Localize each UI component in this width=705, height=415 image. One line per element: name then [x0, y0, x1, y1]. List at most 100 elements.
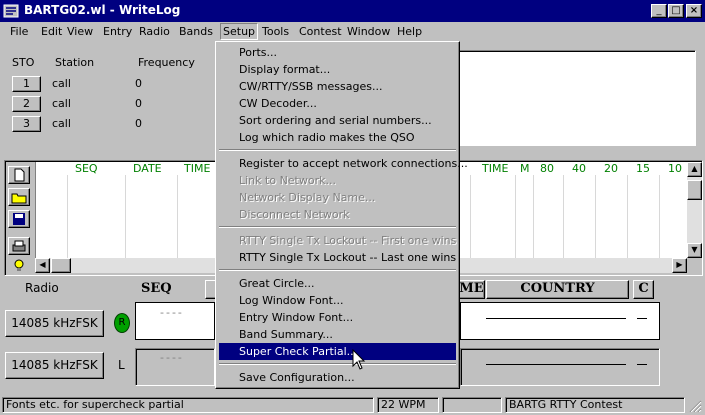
sto-station-2: call: [52, 97, 71, 110]
menu-item-messages[interactable]: CW/RTTY/SSB messages...: [239, 78, 382, 95]
window-title: BARTG02.wl - WriteLog: [24, 3, 181, 17]
sto-button-1[interactable]: 1: [12, 76, 41, 92]
menu-item-entry-window-font[interactable]: Entry Window Font...: [239, 309, 353, 326]
radio-2-frequency-button[interactable]: 14085 kHzFSK: [5, 352, 104, 379]
sto-button-3[interactable]: 3: [12, 116, 41, 132]
col-20: 20: [604, 162, 618, 175]
menu-bands[interactable]: Bands: [179, 25, 213, 38]
sto-station-3: call: [52, 117, 71, 130]
col-40: 40: [572, 162, 586, 175]
status-wpm: 22 WPM: [377, 397, 439, 413]
print-icon[interactable]: [8, 237, 30, 255]
sto-button-2[interactable]: 2: [12, 96, 41, 112]
scroll-right-arrow-icon[interactable]: ▶: [672, 258, 687, 273]
app-icon: [3, 4, 19, 18]
open-folder-icon[interactable]: [8, 188, 30, 206]
entry-1-placeholder-dashes: ----: [160, 306, 184, 319]
radio-label: Radio: [25, 281, 59, 295]
entry-time-header: ME: [458, 280, 485, 299]
scroll-up-arrow-icon[interactable]: ▲: [687, 162, 702, 177]
radio-2-label: L: [118, 358, 125, 372]
title-bar: BARTG02.wl - WriteLog _ □ ×: [0, 0, 705, 22]
menu-item-super-check-partial[interactable]: Super Check Partial...: [219, 343, 456, 360]
menu-item-ports[interactable]: Ports...: [239, 44, 277, 61]
scroll-thumb[interactable]: [687, 180, 702, 200]
col-10: 10: [668, 162, 682, 175]
menu-item-link-network: Link to Network...: [239, 174, 336, 187]
sto-freq-2: 0: [135, 97, 142, 110]
scroll-down-arrow-icon[interactable]: ▼: [687, 243, 702, 258]
menu-setup[interactable]: Setup: [220, 23, 259, 40]
col-mode: M: [520, 162, 530, 175]
new-icon[interactable]: [8, 166, 30, 184]
menu-entry[interactable]: Entry: [103, 25, 132, 38]
status-contest: BARTG RTTY Contest: [505, 397, 685, 413]
entry-c-header: C: [633, 280, 654, 299]
entry-window-2-right[interactable]: [460, 348, 660, 386]
entry-window-1-right[interactable]: [460, 302, 660, 340]
menu-edit[interactable]: Edit: [41, 25, 62, 38]
sto-freq-3: 0: [135, 117, 142, 130]
entry-seq-header: SEQ: [141, 281, 172, 296]
menu-window[interactable]: Window: [347, 25, 390, 38]
scroll-left-arrow-icon[interactable]: ◀: [35, 258, 50, 273]
sto-freq-1: 0: [135, 77, 142, 90]
grid-line: [125, 175, 126, 259]
grid-line: [515, 175, 516, 259]
menu-tools[interactable]: Tools: [262, 25, 289, 38]
menu-item-sort-ordering[interactable]: Sort ordering and serial numbers...: [239, 112, 432, 129]
sto-header: STO: [12, 56, 35, 69]
grid-line: [533, 175, 534, 259]
col-80: 80: [540, 162, 554, 175]
menu-help[interactable]: Help: [397, 25, 422, 38]
minimize-button[interactable]: _: [651, 4, 667, 18]
menu-item-display-format[interactable]: Display format...: [239, 61, 330, 78]
menu-view[interactable]: View: [67, 25, 93, 38]
resize-grip-icon[interactable]: [688, 399, 702, 413]
menu-item-disconnect-network: Disconnect Network: [239, 208, 350, 221]
close-button[interactable]: ×: [686, 4, 702, 18]
col-time-right: TIME: [482, 162, 509, 175]
entry-c-field-1[interactable]: [637, 318, 647, 319]
grid-line: [563, 175, 564, 259]
lightbulb-icon[interactable]: [10, 258, 28, 274]
col-seq: SEQ: [75, 162, 98, 175]
mouse-cursor-icon: [352, 349, 366, 370]
entry-country-field-1[interactable]: [486, 318, 626, 319]
menu-separator: [219, 269, 456, 271]
entry-c-field-2[interactable]: [637, 364, 647, 365]
menu-file[interactable]: File: [10, 25, 28, 38]
menu-separator: [219, 149, 456, 151]
col-date: DATE: [133, 162, 162, 175]
rtty-receive-pane[interactable]: [458, 50, 696, 146]
menu-item-register-network[interactable]: Register to accept network connections..…: [239, 155, 468, 172]
radio-1-frequency-button[interactable]: 14085 kHzFSK: [5, 310, 104, 337]
menu-item-log-which-radio[interactable]: Log which radio makes the QSO: [239, 129, 415, 146]
menu-item-log-window-font[interactable]: Log Window Font...: [239, 292, 343, 309]
grid-line: [595, 175, 596, 259]
menu-item-save-configuration[interactable]: Save Configuration...: [239, 369, 355, 386]
entry-country-header: COUNTRY: [486, 280, 629, 299]
menu-item-network-display-name: Network Display Name...: [239, 191, 376, 204]
col-time: TIME: [184, 162, 211, 175]
status-hint: Fonts etc. for supercheck partial: [2, 397, 374, 413]
menu-bar: File Edit View Entry Radio Bands Setup T…: [0, 22, 705, 42]
grid-line: [627, 175, 628, 259]
menu-item-great-circle[interactable]: Great Circle...: [239, 275, 315, 292]
menu-item-rtty-lockout-first: RTTY Single Tx Lockout -- First one wins: [239, 234, 457, 247]
save-icon[interactable]: [8, 210, 30, 228]
frequency-header: Frequency: [138, 56, 195, 69]
radio-1-active-led: R: [114, 313, 130, 333]
sto-station-1: call: [52, 77, 71, 90]
menu-item-cw-decoder[interactable]: CW Decoder...: [239, 95, 317, 112]
menu-contest[interactable]: Contest: [299, 25, 342, 38]
maximize-button[interactable]: □: [668, 4, 684, 18]
hscroll-thumb[interactable]: [51, 258, 71, 273]
menu-item-band-summary[interactable]: Band Summary...: [239, 326, 333, 343]
station-header: Station: [55, 56, 95, 69]
menu-radio[interactable]: Radio: [139, 25, 170, 38]
setup-dropdown-menu: Ports... Display format... CW/RTTY/SSB m…: [215, 41, 468, 389]
menu-item-rtty-lockout-last[interactable]: RTTY Single Tx Lockout -- Last one wins: [239, 249, 456, 266]
entry-country-field-2[interactable]: [486, 364, 626, 365]
entry-2-placeholder-dashes: ----: [160, 351, 184, 364]
